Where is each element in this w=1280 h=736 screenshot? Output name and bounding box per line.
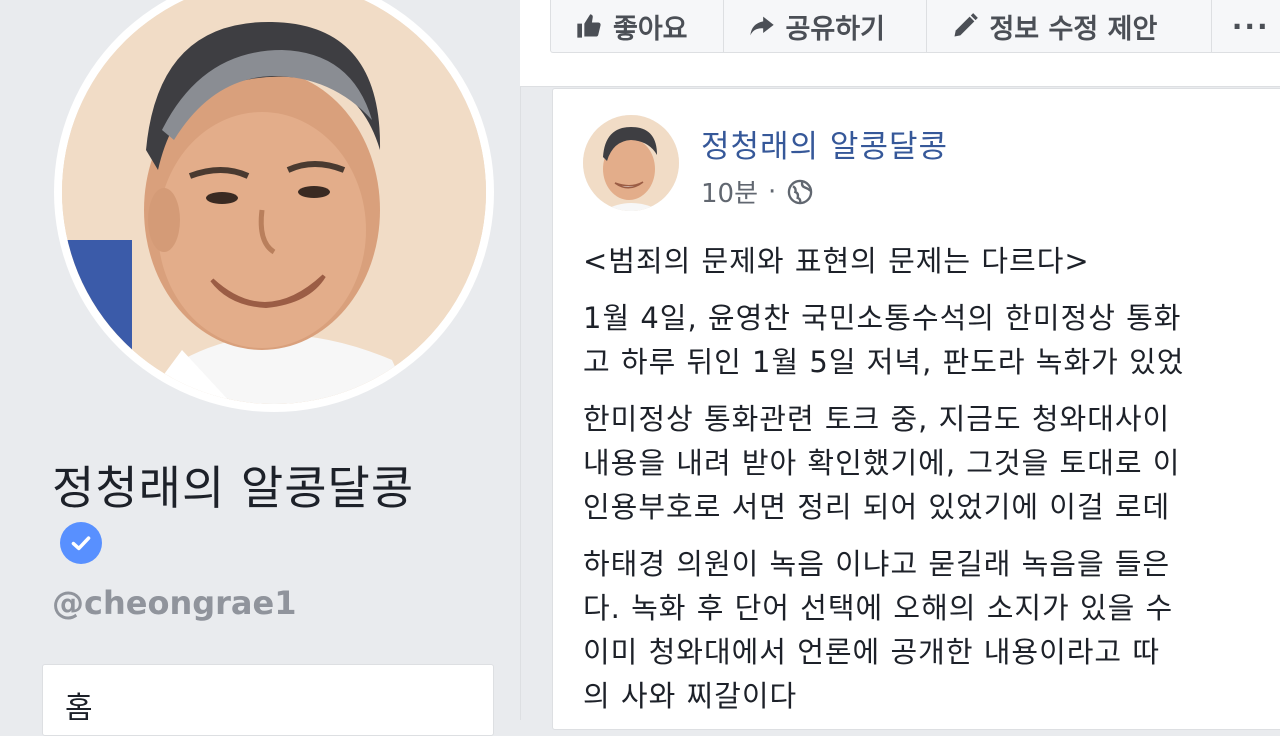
more-ellipsis-icon: ···	[1231, 9, 1270, 43]
globe-icon[interactable]	[786, 178, 814, 206]
thumbs-up-icon	[577, 14, 601, 38]
verified-badge-icon[interactable]	[60, 522, 102, 564]
page-username[interactable]: @cheongrae1	[52, 584, 296, 622]
post-line: 1월 4일, 윤영찬 국민소통수석의 한미정상 통화	[583, 301, 1182, 335]
share-label: 공유하기	[785, 13, 885, 45]
share-arrow-icon	[749, 16, 774, 36]
profile-picture[interactable]	[54, 0, 494, 412]
like-button[interactable]: 좋아요	[551, 0, 724, 52]
post-line: 고 하루 뒤인 1월 5일 저녁, 판도라 녹화가 있었	[583, 345, 1185, 379]
post-line: 다. 녹화 후 단어 선택에 오해의 소지가 있을 수	[583, 591, 1174, 625]
post-line: 내용을 내려 받아 확인했기에, 그것을 토대로 이	[583, 446, 1181, 480]
post-paragraph: <범죄의 문제와 표현의 문제는 다르다>	[583, 239, 1280, 283]
post-body: <범죄의 문제와 표현의 문제는 다르다> 1월 4일, 윤영찬 국민소통수석의…	[583, 239, 1280, 731]
nav-item-home[interactable]: 홈	[65, 683, 93, 727]
left-column: 정청래의 알콩달콩 @cheongrae1 홈	[0, 0, 520, 736]
left-navigation: 홈	[42, 664, 494, 736]
post-line: 이미 청와대에서 언론에 공개한 내용이라고 따	[583, 635, 1161, 669]
post-card: 정청래의 알콩달콩 10분 · <범죄의 문제와 표현의 문제는 다르다> 1월…	[552, 88, 1280, 730]
more-options-button[interactable]: ···	[1212, 0, 1280, 52]
pencil-icon	[954, 13, 979, 37]
page-action-bar: 좋아요 공유하기 정보 수정 제안 ···	[550, 0, 1280, 53]
post-meta: 10분 ·	[701, 173, 814, 210]
post-paragraph: 1월 4일, 윤영찬 국민소통수석의 한미정상 통화 고 하루 뒤인 1월 5일…	[583, 296, 1280, 384]
page-title: 정청래의 알콩달콩	[52, 461, 415, 515]
like-label: 좋아요	[613, 13, 688, 45]
post-paragraph: 한미정상 통화관련 토크 중, 지금도 청와대사이 내용을 내려 받아 확인했기…	[583, 397, 1280, 529]
post-paragraph: 하태경 의원이 녹음 이냐고 묻길래 녹음을 들은 다. 녹화 후 단어 선택에…	[583, 542, 1280, 718]
author-avatar-illustration	[583, 115, 679, 211]
profile-photo-illustration	[62, 0, 486, 404]
post-line: 하태경 의원이 녹음 이냐고 묻길래 녹음을 들은	[583, 547, 1171, 581]
post-line: 인용부호로 서면 정리 되어 있었기에 이걸 로데	[583, 490, 1171, 524]
suggest-edits-label: 정보 수정 제안	[989, 13, 1158, 45]
checkmark-icon	[71, 536, 91, 551]
post-line: 의 사와 찌갈이다	[583, 679, 798, 713]
meta-separator: ·	[768, 176, 777, 207]
column-divider	[520, 0, 521, 720]
post-timestamp[interactable]: 10분	[701, 173, 758, 210]
post-author-avatar[interactable]	[583, 115, 679, 211]
post-line: <범죄의 문제와 표현의 문제는 다르다>	[583, 244, 1090, 278]
suggest-edits-button[interactable]: 정보 수정 제안	[927, 0, 1212, 52]
profile-photo	[62, 0, 486, 404]
share-button[interactable]: 공유하기	[724, 0, 928, 52]
post-line: 한미정상 통화관련 토크 중, 지금도 청와대사이	[583, 402, 1171, 436]
post-author-name[interactable]: 정청래의 알콩달콩	[701, 121, 948, 166]
